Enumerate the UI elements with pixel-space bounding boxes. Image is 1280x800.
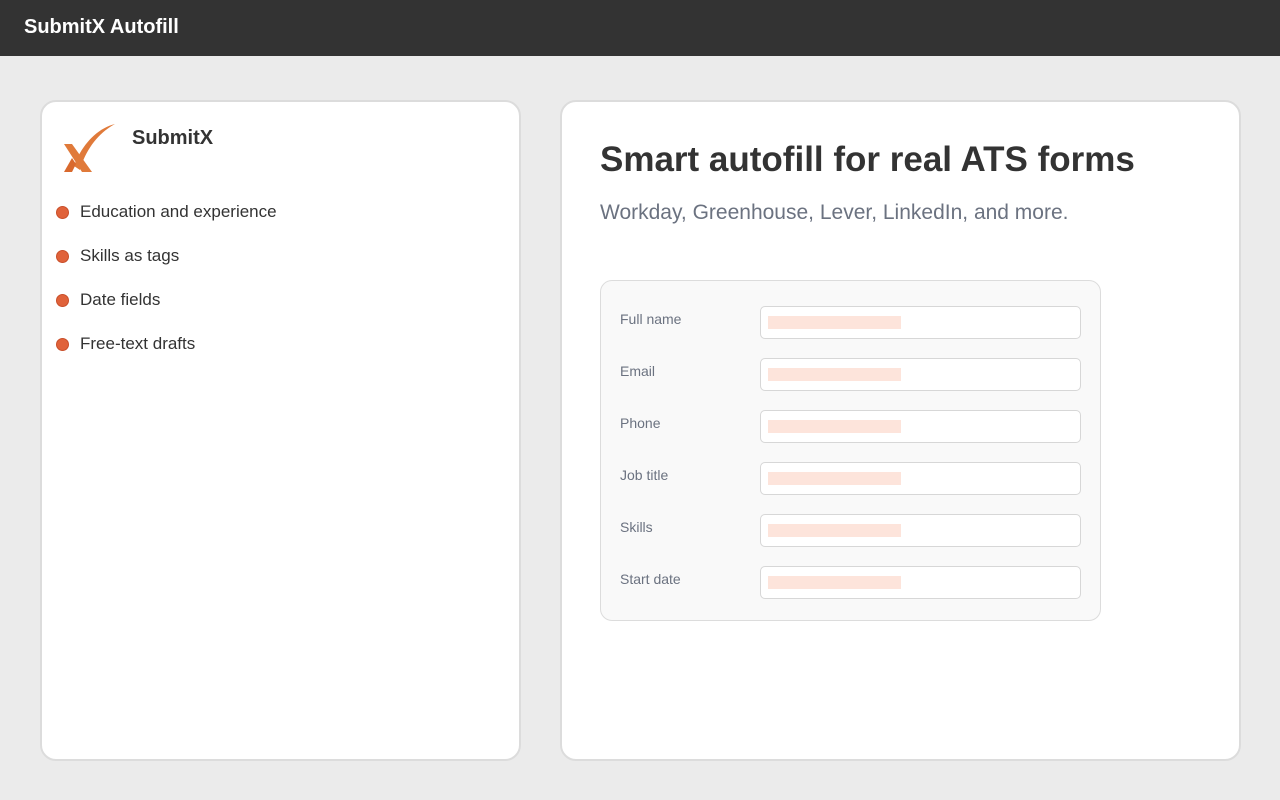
skills-field[interactable] — [760, 514, 1081, 547]
form-row-full-name: Full name — [601, 306, 1100, 340]
form-label: Full name — [620, 311, 682, 327]
bullet-dot-icon — [56, 206, 69, 219]
feature-label: Skills as tags — [80, 246, 180, 265]
full-name-field[interactable] — [760, 306, 1081, 339]
bullet-dot-icon — [56, 294, 69, 307]
features-card: SubmitX Education and experience Skills … — [40, 100, 521, 761]
autofill-placeholder-bar — [768, 576, 901, 589]
form-label: Job title — [620, 467, 669, 483]
form-label: Email — [620, 363, 656, 379]
phone-field[interactable] — [760, 410, 1081, 443]
feature-label: Education and experience — [80, 202, 277, 221]
hero-title: Smart autofill for real ATS forms — [600, 140, 1135, 179]
bullet-dot-icon — [56, 250, 69, 263]
form-label: Skills — [620, 519, 653, 535]
feature-item: Education and experience — [56, 200, 277, 244]
autofill-placeholder-bar — [768, 524, 901, 537]
autofill-placeholder-bar — [768, 472, 901, 485]
form-row-start-date: Start date — [601, 566, 1100, 600]
form-row-job-title: Job title — [601, 462, 1100, 496]
start-date-field[interactable] — [760, 566, 1081, 599]
job-title-field[interactable] — [760, 462, 1081, 495]
feature-list: Education and experience Skills as tags … — [56, 200, 277, 376]
autofill-placeholder-bar — [768, 368, 901, 381]
autofill-placeholder-bar — [768, 420, 901, 433]
feature-item: Date fields — [56, 288, 277, 332]
hero-subtitle: Workday, Greenhouse, Lever, LinkedIn, an… — [600, 201, 1069, 224]
form-preview: Full name Email Phone Job title Skills S… — [600, 280, 1101, 621]
form-label: Start date — [620, 571, 681, 587]
form-row-phone: Phone — [601, 410, 1100, 444]
app-title: SubmitX Autofill — [24, 16, 179, 38]
feature-item: Skills as tags — [56, 244, 277, 288]
autofill-placeholder-bar — [768, 316, 901, 329]
hero-card: Smart autofill for real ATS forms Workda… — [560, 100, 1241, 761]
brand-name: SubmitX — [132, 127, 214, 149]
form-label: Phone — [620, 415, 661, 431]
feature-label: Date fields — [80, 290, 161, 309]
feature-item: Free-text drafts — [56, 332, 277, 376]
app-header: SubmitX Autofill — [0, 0, 1280, 56]
form-row-skills: Skills — [601, 514, 1100, 548]
feature-label: Free-text drafts — [80, 334, 196, 353]
submitx-x-logo-icon — [64, 124, 115, 172]
bullet-dot-icon — [56, 338, 69, 351]
email-field[interactable] — [760, 358, 1081, 391]
form-row-email: Email — [601, 358, 1100, 392]
